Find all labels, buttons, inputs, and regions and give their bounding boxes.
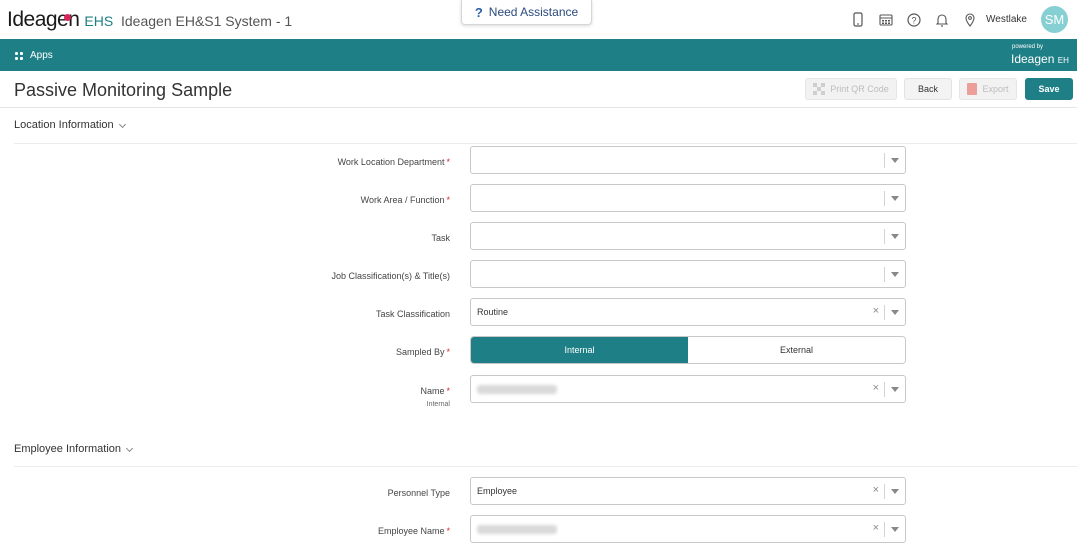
dropdown-caret-icon[interactable] [891, 234, 899, 239]
powered-by-text: powered by [1012, 44, 1044, 50]
powered-logo-text: Ideagen EH [1011, 52, 1069, 66]
chevron-down-icon [125, 444, 134, 452]
job-classification-label: Job Classification(s) & Title(s) [331, 271, 450, 281]
need-assistance-button[interactable]: ? Need Assistance [461, 0, 592, 25]
print-qr-code-label: Print QR Code [830, 84, 889, 94]
clear-icon[interactable]: × [873, 382, 879, 394]
section-divider [14, 466, 1077, 467]
section-title: Location Information [14, 119, 114, 131]
task-classification-value: Routine [477, 307, 509, 317]
apps-grid-icon [15, 51, 23, 60]
dropdown-caret-icon[interactable] [891, 158, 899, 163]
dropdown-caret-icon[interactable] [891, 489, 899, 494]
clear-icon[interactable]: × [873, 305, 879, 317]
apps-menu[interactable]: Apps [15, 50, 53, 61]
sampled-by-toggle[interactable]: Internal External [470, 336, 906, 364]
job-classification-select[interactable] [470, 260, 906, 288]
logo-dot [64, 14, 71, 21]
sampled-by-label: Sampled By * [395, 347, 450, 357]
page-header: Passive Monitoring Sample Print QR Code … [0, 71, 1077, 108]
name-sublabel: Internal [426, 401, 450, 408]
system-title: Ideagen EH&S1 System - 1 [121, 13, 293, 29]
dropdown-caret-icon[interactable] [891, 387, 899, 392]
ideagen-ehs-logo[interactable]: Ideagen EHS [7, 8, 113, 32]
dropdown-caret-icon[interactable] [891, 196, 899, 201]
sampled-by-internal-option[interactable]: Internal [471, 337, 688, 363]
dropdown-caret-icon[interactable] [891, 272, 899, 277]
logo-suffix: EHS [84, 13, 114, 29]
work-area-function-select[interactable] [470, 184, 906, 212]
name-select[interactable]: × [470, 375, 906, 403]
back-button[interactable]: Back [904, 78, 952, 100]
chevron-down-icon [118, 120, 126, 128]
work-location-department-label: Work Location Department * [337, 157, 450, 167]
task-select[interactable] [470, 222, 906, 250]
location-information-header[interactable]: Location Information [14, 119, 126, 131]
powered-by-logo: powered by Ideagen EH [1011, 44, 1077, 68]
bell-icon[interactable] [928, 6, 956, 33]
task-classification-label: Task Classification [375, 309, 450, 319]
section-divider [14, 143, 1077, 144]
nav-bar: Apps powered by Ideagen EH [0, 39, 1077, 71]
print-qr-code-button[interactable]: Print QR Code [805, 78, 897, 100]
mobile-icon[interactable] [844, 6, 872, 33]
work-location-department-select[interactable] [470, 146, 906, 174]
calendar-icon[interactable] [872, 6, 900, 33]
sampled-by-external-option[interactable]: External [688, 337, 905, 363]
name-label: Name * [420, 386, 450, 396]
clear-icon[interactable]: × [873, 522, 879, 534]
top-bar: Ideagen EHS Ideagen EH&S1 System - 1 ? N… [0, 0, 1077, 39]
apps-label: Apps [30, 50, 53, 61]
top-icons: ? Westlake SM [844, 6, 1068, 33]
user-avatar[interactable]: SM [1041, 6, 1068, 33]
personnel-type-select[interactable]: Employee × [470, 477, 906, 505]
redacted-value [477, 385, 557, 394]
section-title: Employee Information [14, 443, 121, 455]
dropdown-caret-icon[interactable] [891, 310, 899, 315]
help-icon[interactable]: ? [900, 6, 928, 33]
task-label: Task [431, 233, 450, 243]
location-pin-icon[interactable] [956, 6, 984, 33]
qr-code-icon [813, 83, 826, 95]
dropdown-caret-icon[interactable] [891, 527, 899, 532]
personnel-type-value: Employee [477, 486, 518, 496]
employee-name-select[interactable]: × [470, 515, 906, 543]
question-icon: ? [474, 4, 483, 20]
work-area-function-label: Work Area / Function * [360, 195, 450, 205]
location-name[interactable]: Westlake [986, 14, 1027, 25]
employee-information-header[interactable]: Employee Information [14, 443, 134, 455]
export-button[interactable]: Export [959, 78, 1017, 100]
page-title: Passive Monitoring Sample [14, 80, 233, 100]
export-label: Export [982, 84, 1009, 94]
clear-icon[interactable]: × [873, 484, 879, 496]
powered-logo-main: Ideagen [1011, 52, 1055, 66]
task-classification-select[interactable]: Routine × [470, 298, 906, 326]
personnel-type-label: Personnel Type [387, 488, 450, 498]
powered-logo-suffix: EH [1057, 56, 1069, 65]
employee-name-label: Employee Name * [377, 526, 450, 536]
save-button[interactable]: Save [1025, 78, 1073, 100]
need-assistance-label: Need Assistance [488, 5, 579, 19]
svg-text:?: ? [912, 15, 917, 25]
pdf-icon [967, 83, 978, 95]
redacted-value [477, 525, 557, 534]
